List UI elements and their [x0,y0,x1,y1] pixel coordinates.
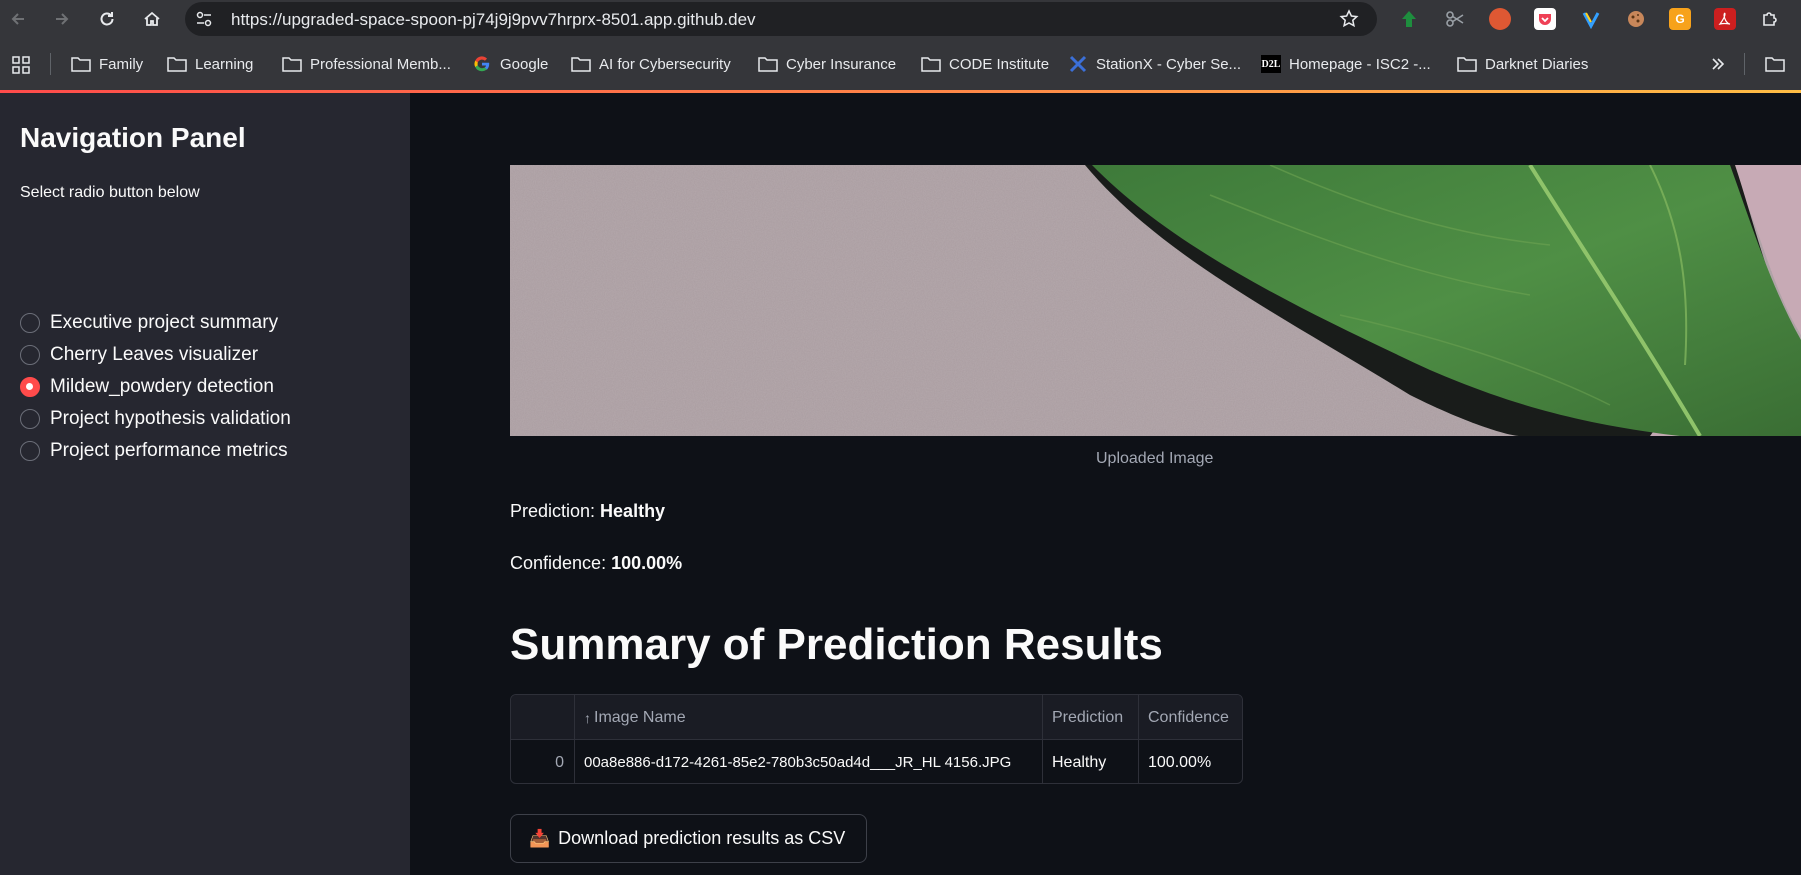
extension-green-icon[interactable] [1398,8,1420,30]
prediction-line: Prediction: Healthy [510,501,665,522]
radio-project-hypothesis-validation[interactable]: Project hypothesis validation [20,404,291,434]
sort-ascending-icon: ↑ [584,709,591,726]
uploaded-leaf-image [510,165,1801,436]
extension-v-icon[interactable] [1580,8,1602,30]
browser-toolbar: https://upgraded-space-spoon-pj74j9j9pvv… [0,0,1801,38]
all-bookmarks-folder-icon[interactable] [1765,55,1785,73]
header-index[interactable] [511,695,574,740]
bookmark-code-institute[interactable]: CODE Institute [921,53,1049,75]
extensions-puzzle-icon[interactable] [1759,8,1781,30]
download-csv-button[interactable]: 📥 Download prediction results as CSV [510,814,867,863]
radio-unchecked-icon [20,345,40,365]
extension-duckduckgo-icon[interactable] [1489,8,1511,30]
prediction-results-table[interactable]: ↑ Image Name Prediction Confidence 0 00a… [510,694,1243,784]
sidebar-radio-caption: Select radio button below [20,184,200,201]
forward-arrow-icon [56,13,69,25]
radio-unchecked-icon [20,409,40,429]
extension-scissors-icon[interactable] [1444,8,1466,30]
bookmark-darknet-diaries[interactable]: Darknet Diaries [1457,53,1588,75]
site-info-icon[interactable] [195,10,213,28]
row-index[interactable]: 0 [511,740,574,783]
bookmarks-divider [1744,53,1745,75]
confidence-line: Confidence: 100.00% [510,553,682,574]
folder-icon [571,57,591,72]
radio-executive-project-summary[interactable]: Executive project summary [20,308,278,338]
bookmark-google[interactable]: Google [472,53,548,75]
bookmark-ai-for-cybersecurity[interactable]: AI for Cybersecurity [571,53,731,75]
url-text[interactable]: https://upgraded-space-spoon-pj74j9j9pvv… [231,10,756,30]
more-bookmarks-chevron-icon[interactable] [1709,55,1727,73]
bookmarks-divider [50,53,51,75]
folder-icon [167,57,187,72]
reload-button[interactable] [95,7,119,31]
extension-pocket-icon[interactable] [1534,8,1556,30]
bookmark-star-icon[interactable] [1339,9,1359,29]
home-icon [144,11,160,26]
radio-cherry-leaves-visualizer[interactable]: Cherry Leaves visualizer [20,340,258,370]
header-prediction[interactable]: Prediction [1042,695,1138,740]
prediction-value: Healthy [600,501,666,521]
sidebar [0,93,410,875]
header-confidence[interactable]: Confidence [1138,695,1242,740]
bookmark-learning[interactable]: Learning [167,53,253,75]
extension-g-icon[interactable]: G [1669,8,1691,30]
extension-pdf-icon[interactable] [1714,8,1736,30]
address-bar[interactable]: https://upgraded-space-spoon-pj74j9j9pvv… [185,2,1377,36]
forward-button[interactable] [50,7,74,31]
folder-icon [282,57,302,72]
folder-icon [921,57,941,72]
stationx-icon [1069,55,1087,73]
confidence-value: 100.00% [611,553,683,573]
back-button[interactable] [6,7,30,31]
image-caption: Uploaded Image [1096,450,1214,467]
prediction-label: Prediction: [510,501,601,521]
cell-prediction[interactable]: Healthy [1042,740,1138,783]
bookmark-isc2-homepage[interactable]: D2L Homepage - ISC2 -... [1261,53,1431,75]
bookmark-cyber-insurance[interactable]: Cyber Insurance [758,53,896,75]
folder-icon [71,57,91,72]
radio-unchecked-icon [20,313,40,333]
bookmarks-bar: Family Learning Professional Memb... Goo… [0,38,1801,90]
radio-project-performance-metrics[interactable]: Project performance metrics [20,436,288,466]
cell-image-name[interactable]: 00a8e886-d172-4261-85e2-780b3c50ad4d___J… [574,740,1042,783]
radio-checked-icon [20,377,40,397]
radio-mildew-powdery-detection[interactable]: Mildew_powdery detection [20,372,274,402]
summary-heading: Summary of Prediction Results [510,620,1163,669]
confidence-label: Confidence: [510,553,612,573]
sidebar-title: Navigation Panel [20,122,246,153]
back-arrow-icon [11,13,24,25]
folder-icon [1457,57,1477,72]
radio-unchecked-icon [20,441,40,461]
header-image-name[interactable]: ↑ Image Name [574,695,1042,740]
reload-icon [100,12,114,26]
bookmark-professional-memb[interactable]: Professional Memb... [282,53,451,75]
apps-grid-icon[interactable] [11,55,31,75]
inbox-tray-icon: 📥 [529,828,551,848]
folder-icon [758,57,778,72]
cell-confidence[interactable]: 100.00% [1138,740,1242,783]
home-button[interactable] [140,7,164,31]
google-icon [474,56,490,72]
d2l-icon: D2L [1261,55,1281,73]
extension-cookie-icon[interactable] [1625,8,1647,30]
bookmark-family[interactable]: Family [71,53,143,75]
bookmark-stationx[interactable]: StationX - Cyber Se... [1068,53,1241,75]
